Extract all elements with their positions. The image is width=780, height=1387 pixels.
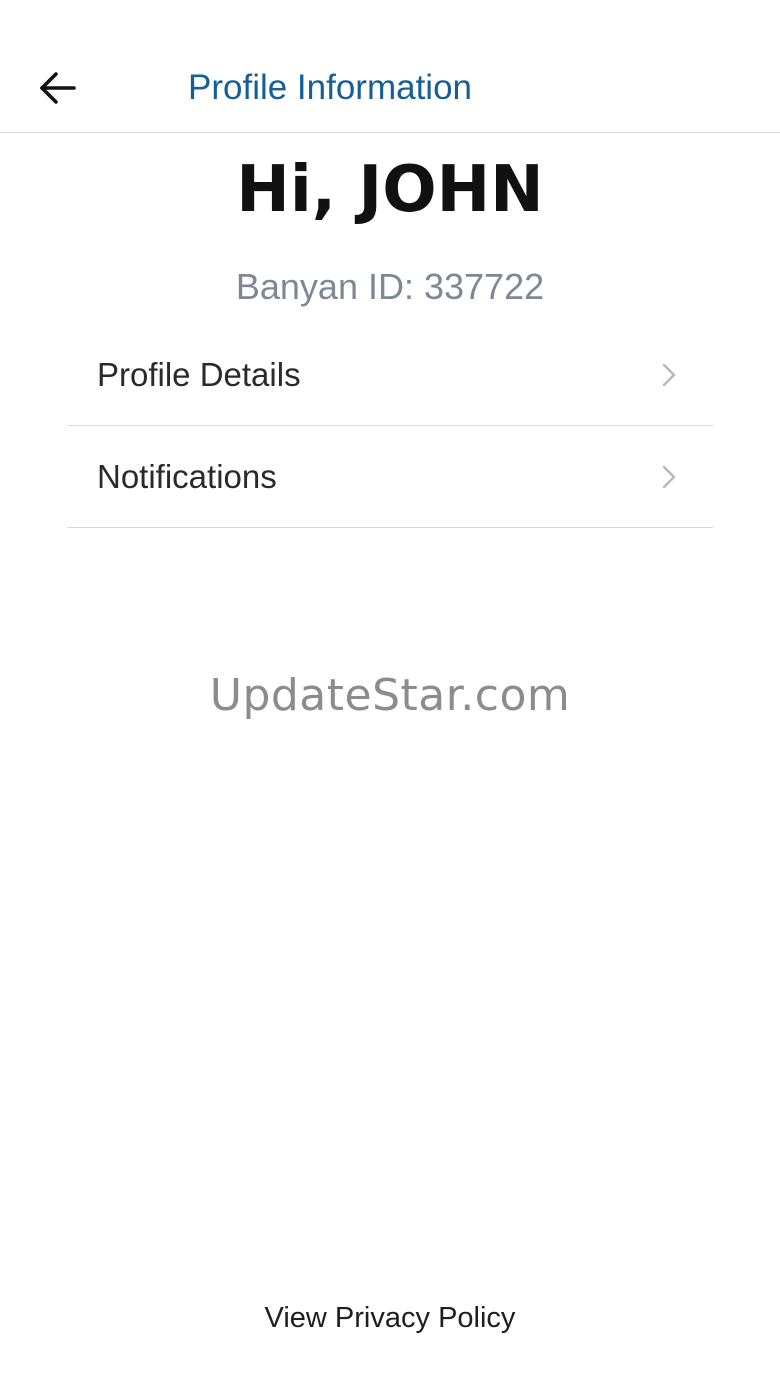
menu-item-profile-details[interactable]: Profile Details bbox=[67, 324, 713, 426]
menu-item-label: Profile Details bbox=[97, 356, 301, 393]
greeting-heading: Hi, JOHN bbox=[236, 153, 544, 227]
back-button[interactable] bbox=[28, 60, 88, 116]
profile-menu: Profile Details Notifications bbox=[67, 324, 713, 528]
chevron-right-icon bbox=[662, 465, 676, 489]
header-bar: Profile Information bbox=[0, 0, 780, 133]
page-title: Profile Information bbox=[188, 68, 473, 107]
view-privacy-policy-link[interactable]: View Privacy Policy bbox=[0, 1298, 780, 1338]
banyan-id-label: Banyan ID: 337722 bbox=[235, 266, 545, 307]
menu-item-notifications[interactable]: Notifications bbox=[67, 426, 713, 528]
menu-item-label: Notifications bbox=[97, 458, 277, 495]
arrow-left-icon bbox=[40, 72, 76, 104]
chevron-right-icon bbox=[662, 363, 676, 387]
watermark-text: UpdateStar.com bbox=[209, 670, 571, 721]
